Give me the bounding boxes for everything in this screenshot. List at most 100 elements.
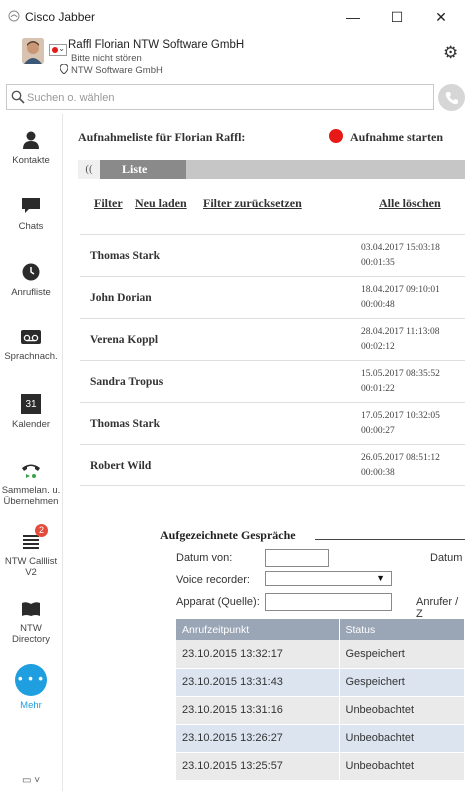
user-location[interactable]: NTW Software GmbH	[71, 65, 163, 76]
nav-label-voicemail: Sprachnach.	[4, 351, 58, 362]
nav-label-chats: Chats	[18, 221, 44, 232]
table-header-row: Anrufzeitpunkt Status	[176, 619, 465, 640]
gear-icon[interactable]: ⚙	[443, 43, 458, 63]
call-button[interactable]	[438, 84, 465, 111]
recording-row[interactable]: John Dorian 18.04.2017 09:10:01 00:00:48	[80, 276, 465, 318]
nav-item-call-history[interactable]: Anrufliste	[0, 262, 62, 298]
recording-datetime: 18.04.2017 09:10:01	[361, 285, 440, 295]
start-recording-button[interactable]: Aufnahme starten	[350, 130, 443, 145]
avatar-photo-icon	[22, 38, 44, 64]
recording-list-title: Aufnahmeliste für Florian Raffl:	[78, 130, 246, 144]
user-status[interactable]: Bitte nicht stören	[71, 53, 142, 64]
phone-icon	[445, 92, 458, 105]
table-row[interactable]: 23.10.2015 13:32:17 Gespeichert	[176, 640, 465, 669]
cell-call-time: 23.10.2015 13:31:16	[176, 696, 340, 725]
date-from-field[interactable]	[265, 549, 329, 567]
location-pin-icon	[60, 64, 68, 74]
tab-strip-filler	[186, 160, 465, 179]
maximize-button[interactable]: ☐	[380, 4, 414, 30]
user-name: Raffl Florian NTW Software GmbH	[68, 39, 245, 51]
close-button[interactable]: ✕	[424, 4, 458, 30]
panel-title-rule	[315, 539, 465, 540]
device-source-field[interactable]	[265, 593, 392, 611]
device-settings-button[interactable]: ▭ ˅	[22, 775, 40, 786]
nav-label-calendar: Kalender	[11, 419, 51, 430]
table-row[interactable]: 23.10.2015 13:25:57 Unbeobachtet	[176, 752, 465, 781]
recording-row[interactable]: Robert Wild 26.05.2017 08:51:12 00:00:38	[80, 444, 465, 486]
recording-row[interactable]: Thomas Stark 03.04.2017 15:03:18 00:01:3…	[80, 234, 465, 276]
reset-filter-link[interactable]: Filter zurücksetzen	[203, 196, 302, 211]
cell-call-time: 23.10.2015 13:25:57	[176, 752, 340, 781]
voice-recorder-select[interactable]: ▼	[265, 571, 392, 586]
voicemail-icon	[21, 330, 41, 344]
nav-label-call-history: Anrufliste	[11, 287, 51, 298]
recording-datetime: 15.05.2017 08:35:52	[361, 369, 440, 379]
recording-duration: 00:01:35	[361, 258, 395, 268]
cell-call-time: 23.10.2015 13:32:17	[176, 640, 340, 669]
avatar[interactable]	[22, 38, 44, 64]
recording-datetime: 17.05.2017 10:32:05	[361, 411, 440, 421]
tab-list[interactable]: Liste	[100, 160, 180, 179]
search-input[interactable]	[27, 89, 427, 107]
recording-duration: 00:01:22	[361, 384, 395, 394]
table-row[interactable]: 23.10.2015 13:31:16 Unbeobachtet	[176, 696, 465, 725]
notification-badge: 2	[35, 524, 48, 537]
recording-row[interactable]: Sandra Tropus 15.05.2017 08:35:52 00:01:…	[80, 360, 465, 402]
nav-item-call-pickup[interactable]: Sammelan. u. Übernehmen	[0, 460, 62, 507]
nav-label-more: Mehr	[20, 700, 42, 711]
search-box[interactable]	[6, 84, 434, 110]
search-icon	[11, 90, 25, 104]
recording-name: Sandra Tropus	[90, 376, 164, 388]
delete-all-link[interactable]: Alle löschen	[379, 196, 441, 211]
book-icon	[22, 602, 40, 616]
recorded-calls-table: Anrufzeitpunkt Status 23.10.2015 13:32:1…	[176, 619, 465, 781]
clock-icon	[22, 263, 40, 281]
filter-link[interactable]: Filter	[94, 196, 123, 211]
contacts-icon	[23, 131, 39, 149]
column-header-status[interactable]: Status	[339, 619, 465, 640]
dnd-status-icon	[52, 47, 58, 53]
recording-datetime: 28.04.2017 11:13:08	[361, 327, 440, 337]
cell-status: Unbeobachtet	[339, 696, 465, 725]
minimize-button[interactable]: —	[336, 4, 370, 30]
recorded-calls-title: Aufgezeichnete Gespräche	[160, 528, 296, 542]
chat-icon	[22, 198, 40, 213]
recording-name: Thomas Stark	[90, 418, 160, 430]
nav-label-call-pickup: Sammelan. u. Übernehmen	[1, 485, 61, 507]
recording-duration: 00:02:12	[361, 342, 395, 352]
nav-item-voicemail[interactable]: Sprachnach.	[0, 328, 62, 362]
recording-row[interactable]: Thomas Stark 17.05.2017 10:32:05 00:00:2…	[80, 402, 465, 444]
window-title: Cisco Jabber	[25, 10, 96, 24]
calendar-icon: 31	[21, 394, 41, 414]
cell-status: Unbeobachtet	[339, 752, 465, 781]
nav-item-ntw-directory[interactable]: NTW Directory	[0, 600, 62, 645]
column-header-call-time[interactable]: Anrufzeitpunkt	[176, 619, 340, 640]
nav-item-chats[interactable]: Chats	[0, 196, 62, 232]
recording-name: Thomas Stark	[90, 250, 160, 262]
recording-datetime: 26.05.2017 08:51:12	[361, 453, 440, 463]
table-row[interactable]: 23.10.2015 13:31:43 Gespeichert	[176, 668, 465, 697]
search-bar	[0, 80, 465, 114]
recording-datetime: 03.04.2017 15:03:18	[361, 243, 440, 253]
cell-status: Unbeobachtet	[339, 724, 465, 753]
recording-row[interactable]: Verena Koppl 28.04.2017 11:13:08 00:02:1…	[80, 318, 465, 360]
nav-item-more[interactable]: • • • Mehr	[0, 664, 62, 711]
cell-call-time: 23.10.2015 13:26:27	[176, 724, 340, 753]
more-dots: • • •	[18, 671, 44, 686]
recording-duration: 00:00:27	[361, 426, 395, 436]
reload-link[interactable]: Neu laden	[135, 196, 187, 211]
collapse-button[interactable]: ((	[78, 160, 100, 179]
recording-duration: 00:00:38	[361, 468, 395, 478]
nav-label-ntw-directory: NTW Directory	[11, 623, 50, 645]
presence-dropdown[interactable]: ⌄	[49, 44, 67, 56]
calendar-day: 31	[25, 399, 37, 410]
record-icon[interactable]	[329, 129, 343, 143]
nav-item-contacts[interactable]: Kontakte	[0, 130, 62, 166]
nav-label-ntw-calllist: NTW Calllist V2	[4, 556, 58, 578]
table-row[interactable]: 23.10.2015 13:26:27 Unbeobachtet	[176, 724, 465, 753]
nav-item-ntw-calllist[interactable]: 2 NTW Calllist V2	[0, 524, 62, 578]
recording-duration: 00:00:48	[361, 300, 395, 310]
nav-item-calendar[interactable]: 31 Kalender	[0, 394, 62, 430]
user-header: ⌄ Raffl Florian NTW Software GmbH Bitte …	[0, 34, 465, 80]
voice-recorder-label: Voice recorder:	[176, 574, 250, 586]
